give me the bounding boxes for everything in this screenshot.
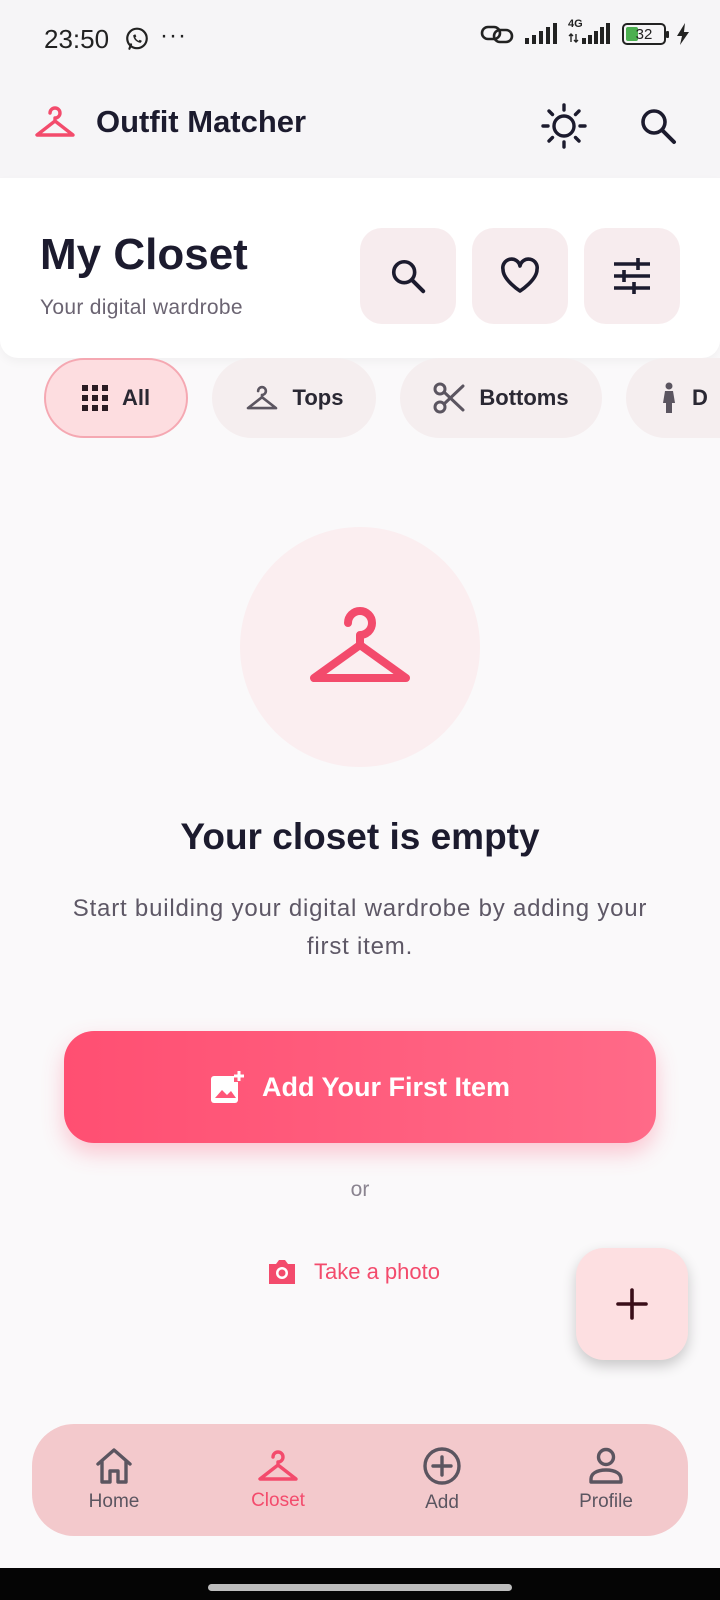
status-time: 23:50 — [44, 24, 110, 54]
closet-header: My Closet Your digital wardrobe — [0, 178, 720, 358]
plus-icon — [616, 1288, 648, 1320]
chip-dresses[interactable]: D — [626, 358, 720, 438]
nav-add[interactable]: Add — [360, 1424, 524, 1536]
nav-profile[interactable]: Profile — [524, 1424, 688, 1536]
search-icon — [638, 106, 678, 146]
add-circle-icon — [422, 1446, 462, 1486]
page-subtitle: Your digital wardrobe — [40, 296, 243, 319]
hanger-icon — [34, 104, 76, 140]
chip-label: Tops — [292, 385, 344, 410]
take-photo-label: Take a photo — [314, 1259, 440, 1284]
person-icon — [588, 1447, 624, 1485]
nav-label: Profile — [579, 1491, 633, 1512]
signal-icon — [524, 23, 558, 45]
add-first-item-button[interactable]: Add Your First Item — [64, 1031, 656, 1143]
camera-icon — [266, 1258, 298, 1286]
heart-icon — [499, 257, 541, 295]
empty-title: Your closet is empty — [180, 816, 540, 857]
nav-label: Closet — [251, 1490, 305, 1511]
dress-icon — [660, 382, 678, 414]
chip-label: All — [121, 385, 151, 410]
nav-closet[interactable]: Closet — [196, 1424, 360, 1536]
app-title: Outfit Matcher — [96, 104, 307, 139]
filter-button[interactable] — [584, 228, 680, 324]
home-icon — [94, 1447, 134, 1485]
hanger-icon — [257, 1448, 299, 1484]
take-photo-link[interactable]: Take a photo — [266, 1252, 440, 1292]
tune-icon — [612, 258, 652, 294]
favorites-button[interactable] — [472, 228, 568, 324]
search-icon — [389, 257, 427, 295]
chip-label: Bottoms — [479, 385, 569, 410]
add-first-item-label: Add Your First Item — [261, 1071, 511, 1102]
chip-all[interactable]: All — [44, 358, 188, 438]
nav-label: Home — [88, 1491, 140, 1512]
scissors-icon — [433, 382, 465, 414]
app-bar: Outfit Matcher — [0, 78, 720, 178]
battery-icon: 32 — [622, 23, 669, 45]
nav-home[interactable]: Home — [32, 1424, 196, 1536]
link-icon — [480, 22, 514, 46]
empty-description: Start building your digital wardrobe by … — [72, 895, 648, 960]
brightness-icon — [540, 102, 588, 150]
whatsapp-icon — [124, 26, 150, 52]
page-title: My Closet — [40, 230, 248, 279]
empty-illustration — [240, 527, 480, 767]
hanger-icon — [245, 384, 279, 412]
battery-level: 32 — [635, 25, 653, 43]
chip-tops[interactable]: Tops — [212, 358, 376, 438]
grid-icon — [81, 385, 108, 411]
hanger-icon — [308, 605, 412, 689]
add-photo-icon — [210, 1070, 244, 1104]
charging-icon — [676, 23, 690, 45]
chip-bottoms[interactable]: Bottoms — [400, 358, 602, 438]
nav-label: Add — [425, 1492, 459, 1513]
signal-4g-icon: 4G — [568, 18, 612, 46]
or-divider: or — [350, 1178, 370, 1201]
more-notifications: ··· — [160, 22, 187, 49]
add-fab-button[interactable] — [576, 1248, 688, 1360]
category-chips: All Tops Bottoms D — [0, 358, 720, 438]
bottom-navigation: Home Closet Add Profile — [32, 1424, 688, 1536]
theme-toggle-button[interactable] — [534, 96, 594, 156]
chip-label: D — [692, 385, 708, 410]
home-gesture-handle[interactable] — [208, 1584, 512, 1591]
closet-search-button[interactable] — [360, 228, 456, 324]
status-bar: 23:50 ··· 4G 32 — [0, 0, 720, 78]
appbar-search-button[interactable] — [628, 96, 688, 156]
system-nav-bar — [0, 1568, 720, 1600]
